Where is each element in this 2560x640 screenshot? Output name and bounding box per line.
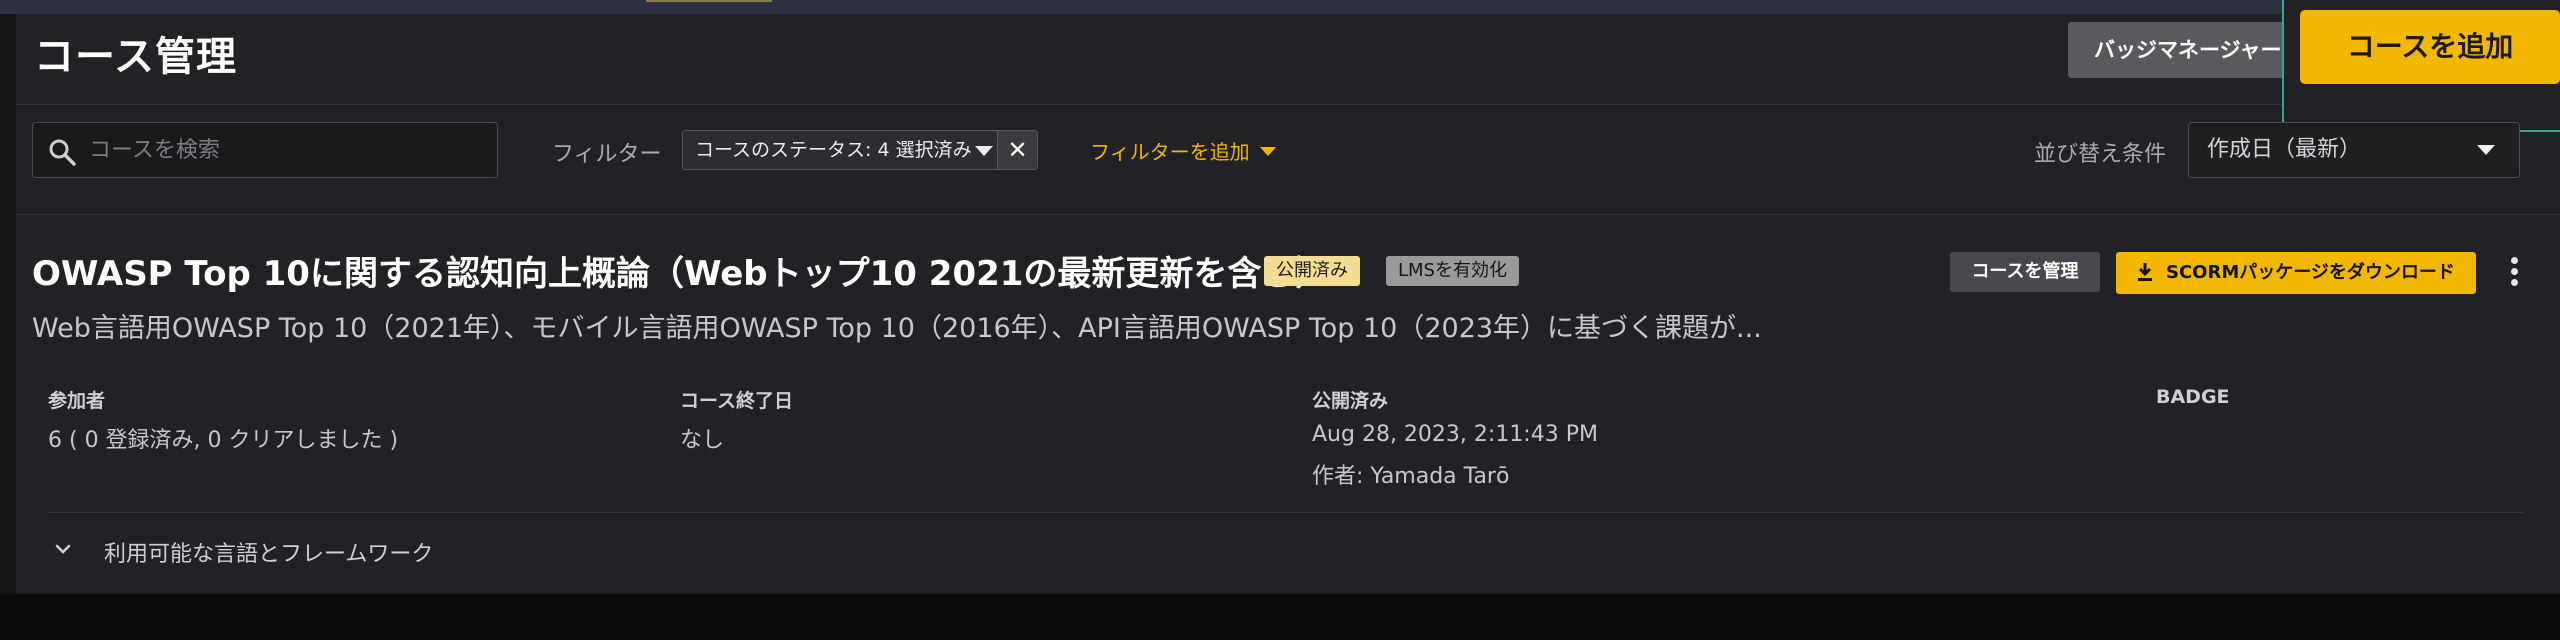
course-management-panel [16,14,2560,594]
page-bottom-area [0,594,2560,640]
course-title[interactable]: OWASP Top 10に関する認知向上概論（Webトップ10 2021の最新更… [32,246,1329,295]
add-filter-button[interactable]: フィルターを追加 [1090,136,1276,165]
header-divider [16,104,2282,105]
active-tab-indicator [646,0,772,2]
download-scorm-button[interactable]: SCORMパッケージをダウンロード [2116,252,2476,294]
participants-label: 参加者 [48,390,106,412]
left-gutter [0,14,16,594]
published-author: 作者: Yamada Tarō [1312,464,1510,489]
toolbar-divider [16,214,2560,215]
card-divider [48,512,2524,513]
sort-select[interactable]: 作成日（最新） [2188,122,2520,178]
page-title: コース管理 [34,34,237,80]
sort-label: 並び替え条件 [2034,142,2167,167]
filter-label: フィルター [552,142,662,167]
languages-expander-label: 利用可能な言語とフレームワーク [104,542,434,567]
download-icon [2138,263,2152,281]
published-date: Aug 28, 2023, 2:11:43 PM [1312,422,1598,447]
languages-expander[interactable]: 利用可能な言語とフレームワーク [55,536,434,568]
top-app-bar [0,0,2560,14]
status-filter-text: コースのステータス: 4 選択済み [695,139,972,161]
lms-badge: LMSを有効化 [1386,256,1519,286]
badge-manager-button[interactable]: バッジマネージャー [2068,22,2308,78]
participants-value: 6 ( 0 登録済み, 0 クリアしました ) [48,428,399,453]
add-course-button[interactable]: コースを追加 [2300,10,2560,84]
search-input[interactable] [89,123,489,177]
status-filter-chip[interactable]: コースのステータス: 4 選択済み ✕ [682,130,1038,170]
status-badge: 公開済み [1264,256,1360,286]
end-date-value: なし [680,428,725,453]
more-options-icon[interactable] [2500,254,2528,292]
chevron-down-icon [2477,145,2495,155]
sort-value: 作成日（最新） [2207,137,2362,162]
chevron-down-icon [55,544,71,554]
clear-filter-button[interactable]: ✕ [997,131,1037,169]
download-scorm-label: SCORMパッケージをダウンロード [2166,262,2455,283]
published-label: 公開済み [1312,390,1389,412]
manage-course-button[interactable]: コースを管理 [1950,252,2100,292]
course-description: Web言語用OWASP Top 10（2021年）、モバイル言語用OWASP T… [32,313,1762,344]
search-box[interactable] [32,122,498,178]
search-icon [49,139,76,166]
end-date-label: コース終了日 [680,390,794,412]
badge-label: BADGE [2156,386,2230,408]
chevron-down-icon[interactable] [975,146,993,156]
chevron-down-icon [1259,147,1276,156]
add-filter-label: フィルターを追加 [1090,140,1250,164]
